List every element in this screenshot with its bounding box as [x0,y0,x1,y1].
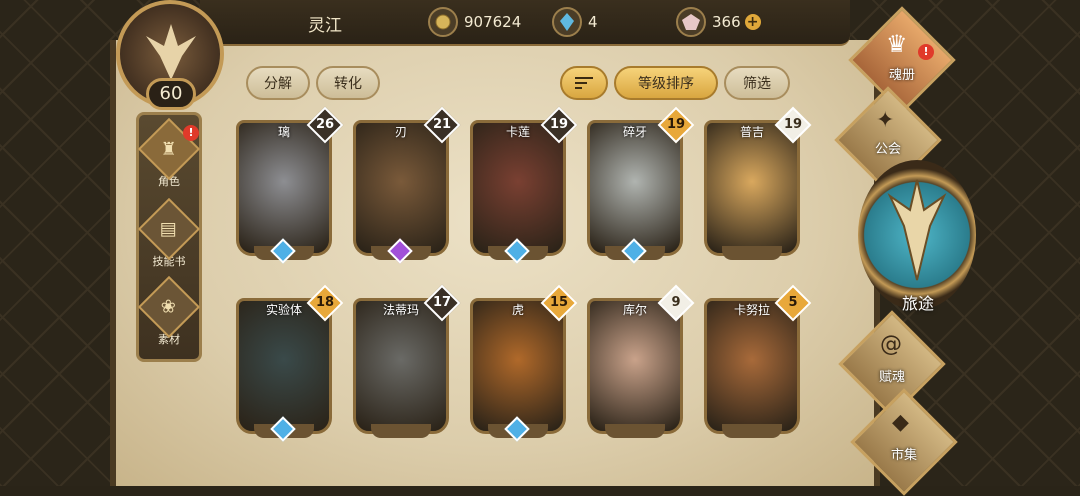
card-level: 19 [549,117,569,132]
card-portrait [470,120,566,256]
card-level: 19 [783,117,803,132]
card-portrait [704,298,800,434]
card-portrait [236,298,332,434]
blue-crystal-icon [552,7,582,37]
character-card[interactable]: 卡莲 19 [470,106,578,268]
character-card[interactable]: 普吉 19 [704,106,812,268]
card-level: 21 [432,117,452,132]
crystal-icon: ◆ [892,410,909,435]
material-icon: ❀ [137,275,201,339]
card-portrait [470,298,566,434]
character-card[interactable]: 实验体 18 [236,284,344,446]
sidebar-item-material[interactable]: ❀ 素材 [137,275,201,347]
card-level: 26 [315,117,335,132]
card-level: 17 [432,295,452,310]
card-base [371,424,431,438]
trident-icon [887,179,947,281]
card-level: 18 [315,295,335,310]
card-base [605,424,665,438]
alert-badge: ! [918,44,934,60]
filter-button[interactable]: 筛选 [724,66,790,100]
alert-badge: ! [183,125,199,141]
gold-coin-icon [428,7,458,37]
card-base [722,246,782,260]
guild-icon: ✦ [876,108,895,133]
crystal-amount: 4 [588,13,598,31]
top-resource-bar: 灵江 907624 4 366 + [200,0,850,46]
card-portrait [353,298,449,434]
book-icon: ▤ [137,197,201,261]
card-portrait [236,120,332,256]
guild-label: 公会 [874,142,901,157]
character-card[interactable]: 虎 15 [470,284,578,446]
left-sidebar: ♜ 角色 ! ▤ 技能书 ❀ 素材 [136,112,202,362]
character-card[interactable]: 碎牙 19 [587,106,695,268]
crystal-counter: 4 [552,6,598,38]
card-level: 5 [788,295,798,310]
spiral-icon: @ [880,332,902,357]
sort-by-level-button[interactable]: 等级排序 [614,66,718,100]
character-card[interactable]: 刃 21 [353,106,461,268]
sort-order-button[interactable] [560,66,608,100]
gold-counter: 907624 [428,6,521,38]
gem-counter[interactable]: 366 + [676,6,761,38]
card-portrait [587,298,683,434]
character-card[interactable]: 卡努拉 5 [704,284,812,446]
card-level: 15 [549,295,569,310]
card-portrait [587,120,683,256]
card-portrait [704,120,800,256]
player-name: 灵江 [308,16,342,36]
sort-lines-icon [575,77,593,89]
sidebar-item-skillbook[interactable]: ▤ 技能书 [137,197,201,269]
character-card[interactable]: 库尔 9 [587,284,695,446]
card-base [722,424,782,438]
character-card[interactable]: 璃 26 [236,106,344,268]
gold-amount: 907624 [464,13,522,31]
crest-icon [146,24,196,80]
market-label: 市集 [890,448,917,463]
card-level: 9 [671,295,681,310]
player-level: 60 [146,78,196,110]
journey-button[interactable] [858,160,976,310]
soul-book-icon: ♛ [886,30,908,58]
talent-label: 赋魂 [878,370,905,385]
pink-gem-icon [676,7,706,37]
convert-button[interactable]: 转化 [316,66,380,100]
gem-amount: 366 [712,13,741,31]
soul-book-label: 魂册 [888,68,915,83]
decompose-button[interactable]: 分解 [246,66,310,100]
card-portrait [353,120,449,256]
sidebar-item-character[interactable]: ♜ 角色 ! [137,117,201,189]
journey-label: 旅途 [901,294,934,313]
character-card[interactable]: 法蒂玛 17 [353,284,461,446]
card-level: 19 [666,117,686,132]
add-gems-button[interactable]: + [744,14,761,30]
